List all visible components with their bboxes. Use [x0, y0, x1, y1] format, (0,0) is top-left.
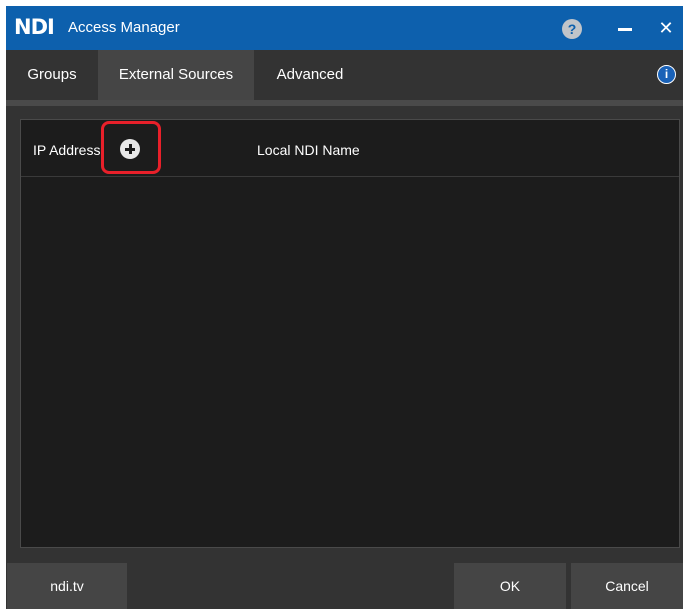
cancel-button[interactable]: Cancel — [571, 563, 683, 609]
external-sources-table: IP Address Local NDI Name — [20, 119, 680, 548]
ndi-logo: NDI — [14, 15, 55, 39]
table-header: IP Address Local NDI Name — [21, 120, 679, 177]
ndi-tv-link-button[interactable]: ndi.tv — [7, 563, 127, 609]
title-bar[interactable]: NDI Access Manager ? ✕ — [6, 6, 683, 50]
tab-bar: Groups External Sources Advanced i — [6, 50, 683, 100]
minimize-icon[interactable] — [614, 17, 636, 39]
tab-groups[interactable]: Groups — [6, 50, 98, 100]
column-ip-address[interactable]: IP Address — [33, 140, 104, 160]
ok-button[interactable]: OK — [454, 563, 566, 609]
window-title: Access Manager — [68, 19, 180, 36]
column-local-ndi-name[interactable]: Local NDI Name — [257, 140, 360, 160]
access-manager-window: NDI Access Manager ? ✕ Groups External S… — [6, 6, 683, 609]
tab-external-sources[interactable]: External Sources — [98, 50, 254, 100]
close-icon[interactable]: ✕ — [656, 18, 676, 38]
tab-divider — [6, 100, 683, 106]
highlight-annotation — [101, 121, 161, 174]
help-icon[interactable]: ? — [562, 19, 582, 39]
tab-advanced[interactable]: Advanced — [254, 50, 366, 100]
info-icon[interactable]: i — [657, 65, 676, 84]
